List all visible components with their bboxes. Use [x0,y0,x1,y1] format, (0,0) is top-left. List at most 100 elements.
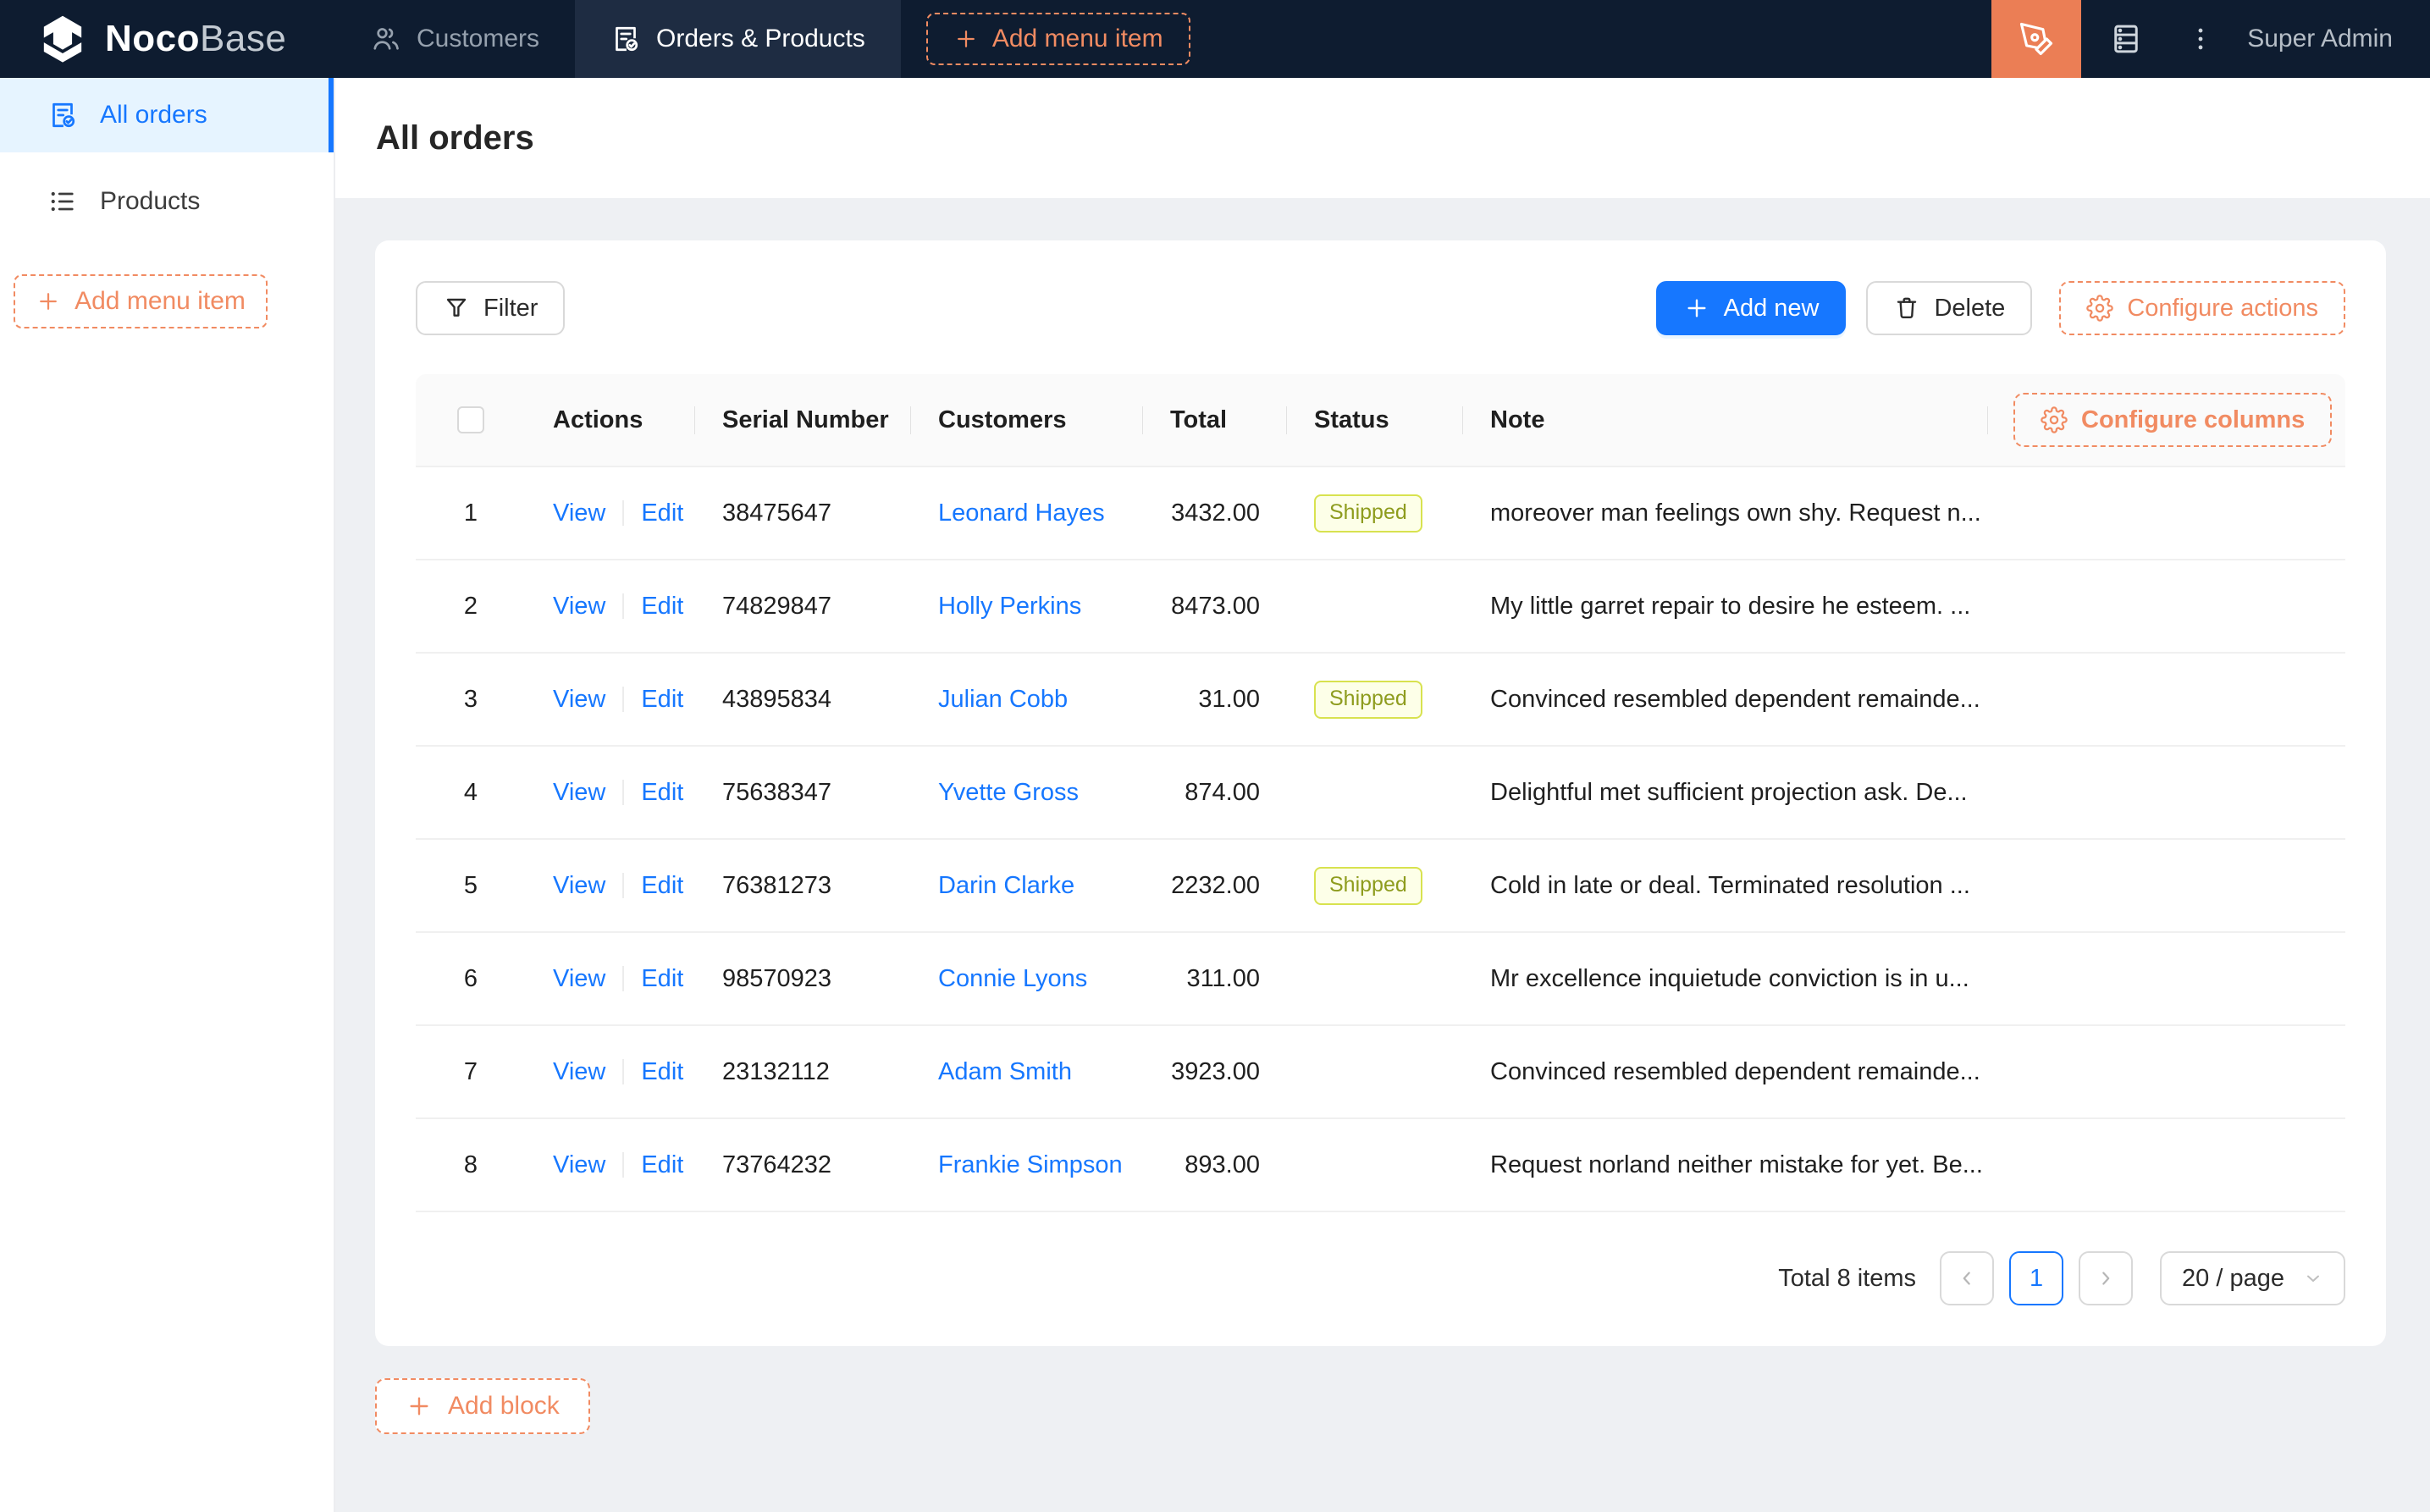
nocobase-logo-icon [36,14,90,63]
plugin-manager-button[interactable] [2081,0,2171,78]
more-menu-button[interactable] [2171,0,2230,78]
app-title: NocoBase [105,18,286,60]
customer-link[interactable]: Darin Clarke [938,872,1074,899]
status-badge: Shipped [1314,867,1422,905]
ui-editor-button[interactable] [1991,0,2081,78]
table-row: 5 ViewEdit 76381273 Darin Clarke 2232.00… [416,840,2345,933]
kebab-menu-icon [2186,25,2215,53]
orders-table: Actions Serial Number Customers Total St… [416,374,2345,1212]
total-cell: 8473.00 [1143,593,1287,621]
filter-button[interactable]: Filter [416,281,565,335]
view-link[interactable]: View [553,965,605,992]
plus-icon [1683,295,1710,322]
pagination: Total 8 items 1 20 / page [416,1251,2345,1305]
note-cell: Convinced resembled dependent remainde..… [1463,686,1988,714]
edit-link[interactable]: Edit [641,965,683,992]
sidebar-item-label: Products [100,187,200,216]
chevron-right-icon [2095,1267,2117,1289]
customer-link[interactable]: Holly Perkins [938,593,1081,620]
tab-orders-products[interactable]: Orders & Products [575,0,901,78]
serial-cell: 73764232 [695,1151,911,1179]
total-cell: 31.00 [1143,686,1287,714]
next-page-button[interactable] [2079,1251,2133,1305]
edit-link[interactable]: Edit [641,779,683,806]
row-index: 6 [416,965,526,993]
chevron-left-icon [1956,1267,1978,1289]
users-icon [371,24,401,54]
view-link[interactable]: View [553,872,605,899]
edit-link[interactable]: Edit [641,686,683,713]
customer-link[interactable]: Connie Lyons [938,965,1087,992]
edit-link[interactable]: Edit [641,872,683,899]
previous-page-button[interactable] [1940,1251,1994,1305]
link-divider [622,687,624,712]
tab-label: Orders & Products [656,25,865,53]
view-link[interactable]: View [553,779,605,806]
add-new-button[interactable]: Add new [1656,281,1847,335]
actions-cell: View Edit [526,593,695,621]
table-row: 6 ViewEdit 98570923 Connie Lyons 311.00 … [416,933,2345,1026]
total-cell: 2232.00 [1143,872,1287,900]
page-header: All orders [335,78,2430,198]
select-all-cell [416,406,526,433]
row-index: 3 [416,686,526,714]
customer-link[interactable]: Yvette Gross [938,779,1079,806]
plus-icon [406,1393,433,1420]
add-block-button[interactable]: Add block [375,1378,590,1434]
table-row: 3 ViewEdit 43895834 Julian Cobb 31.00 Sh… [416,654,2345,747]
chevron-down-icon [2303,1268,2323,1289]
delete-button[interactable]: Delete [1866,281,2032,335]
status-badge: Shipped [1314,681,1422,719]
sidebar: All orders Products Add menu item [0,78,335,1512]
select-all-checkbox[interactable] [457,406,484,433]
status-badge: Shipped [1314,494,1422,533]
row-index: 8 [416,1151,526,1179]
sidebar-item-label: All orders [100,101,207,130]
customer-cell: Julian Cobb [911,686,1143,714]
tab-customers[interactable]: Customers [335,0,575,78]
serial-cell: 38475647 [695,499,911,527]
edit-link[interactable]: Edit [641,593,683,620]
view-link[interactable]: View [553,1058,605,1085]
navbar-add-menu-item-button[interactable]: Add menu item [926,13,1190,65]
table-row: 4 ViewEdit 75638347 Yvette Gross 874.00 … [416,747,2345,840]
configure-columns-cell: Configure columns [1988,393,2345,447]
view-link[interactable]: View [553,686,605,713]
page-size-select[interactable]: 20 / page [2160,1251,2345,1305]
user-menu[interactable]: Super Admin [2230,0,2430,78]
customer-link[interactable]: Adam Smith [938,1058,1072,1085]
current-page-button[interactable]: 1 [2009,1251,2063,1305]
configure-columns-button[interactable]: Configure columns [2013,393,2332,447]
top-navbar: NocoBase Customers Orders & Products Add… [0,0,2430,78]
configure-actions-button[interactable]: Configure actions [2059,281,2345,335]
view-link[interactable]: View [553,1151,605,1178]
customer-link[interactable]: Leonard Hayes [938,499,1105,527]
view-link[interactable]: View [553,593,605,620]
nocobase-logo[interactable]: NocoBase [0,0,335,78]
edit-link[interactable]: Edit [641,1058,683,1085]
table-body: 1 ViewEdit 38475647 Leonard Hayes 3432.0… [416,467,2345,1212]
row-index: 2 [416,593,526,621]
sidebar-item-all-orders[interactable]: All orders [0,78,334,152]
serial-cell: 98570923 [695,965,911,993]
edit-link[interactable]: Edit [641,499,683,527]
sidebar-item-products[interactable]: Products [0,164,334,239]
plus-icon [953,26,979,52]
actions-cell: View Edit [526,872,695,900]
customer-link[interactable]: Frankie Simpson [938,1151,1123,1178]
column-header-status: Status [1287,406,1463,434]
sidebar-add-menu-item-button[interactable]: Add menu item [14,274,268,328]
view-link[interactable]: View [553,499,605,527]
orders-icon [47,100,78,130]
edit-link[interactable]: Edit [641,1151,683,1178]
customer-link[interactable]: Julian Cobb [938,686,1068,713]
table-row: 2 ViewEdit 74829847 Holly Perkins 8473.0… [416,560,2345,654]
link-divider [622,966,624,991]
note-cell: Delightful met sufficient projection ask… [1463,779,1988,807]
note-cell: Cold in late or deal. Terminated resolut… [1463,872,1988,900]
link-divider [622,1152,624,1178]
total-cell: 874.00 [1143,779,1287,807]
table-row: 1 ViewEdit 38475647 Leonard Hayes 3432.0… [416,467,2345,560]
gear-icon [2086,295,2113,322]
column-header-total: Total [1143,406,1287,434]
